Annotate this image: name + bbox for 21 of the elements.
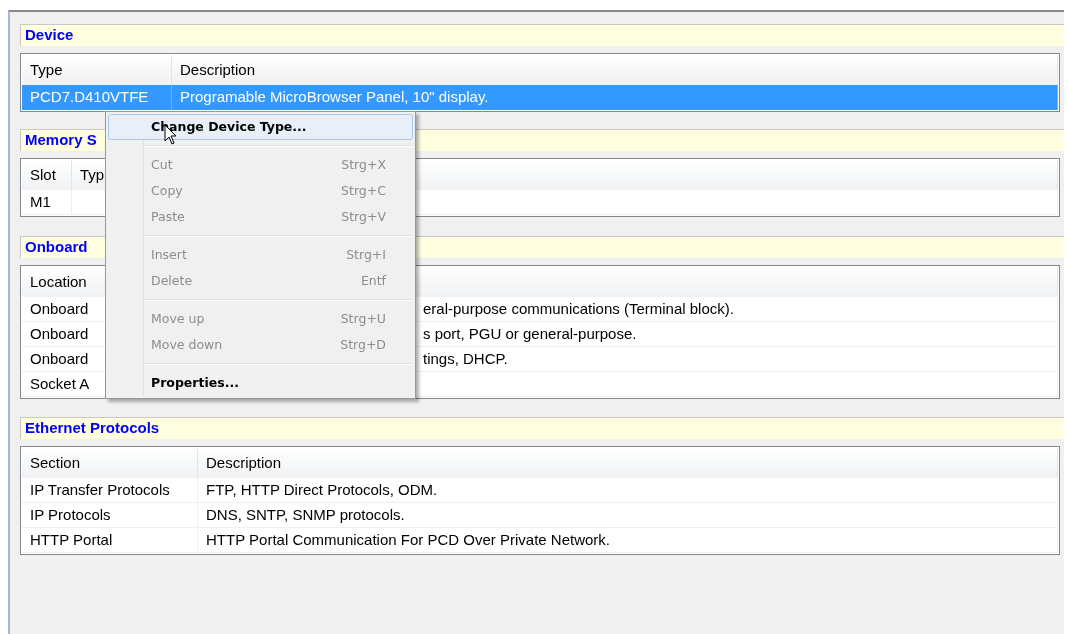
table-cell-text: Socket A: [30, 373, 90, 394]
table-cell-text: FTP, HTTP Direct Protocols, ODM.: [206, 479, 438, 500]
table-cell-text: s port, PGU or general-purpose.: [423, 323, 637, 344]
table-cell-text: Programable MicroBrowser Panel, 10" display.: [180, 87, 489, 108]
table-cell-text: DNS, SNTP, SNMP protocols.: [206, 504, 405, 525]
section-title: Memory S: [25, 130, 97, 151]
table-cell-text: Onboard: [30, 298, 89, 319]
table-cell-text: HTTP Portal Communication For PCD Over Private Network.: [206, 529, 610, 550]
table-cell-text: HTTP Portal: [30, 529, 113, 550]
section-title: Ethernet Protocols: [25, 418, 160, 439]
table-cell-text: Onboard: [30, 323, 89, 344]
table-cell-text: M1: [30, 191, 51, 212]
table-cell-text: Onboard: [30, 348, 89, 369]
table-cell-text: eral-purpose communications (Terminal block).: [423, 298, 734, 319]
table-cell-text: IP Protocols: [30, 504, 111, 525]
menu-item[interactable]: Properties...: [108, 370, 413, 396]
table-cell-text: IP Transfer Protocols: [30, 479, 170, 500]
section-title: Device: [25, 25, 74, 46]
section-title: Onboard: [25, 237, 88, 258]
table-cell-text: tings, DHCP.: [423, 348, 508, 369]
table-cell-text: PCD7.D410VTFE: [30, 87, 149, 108]
